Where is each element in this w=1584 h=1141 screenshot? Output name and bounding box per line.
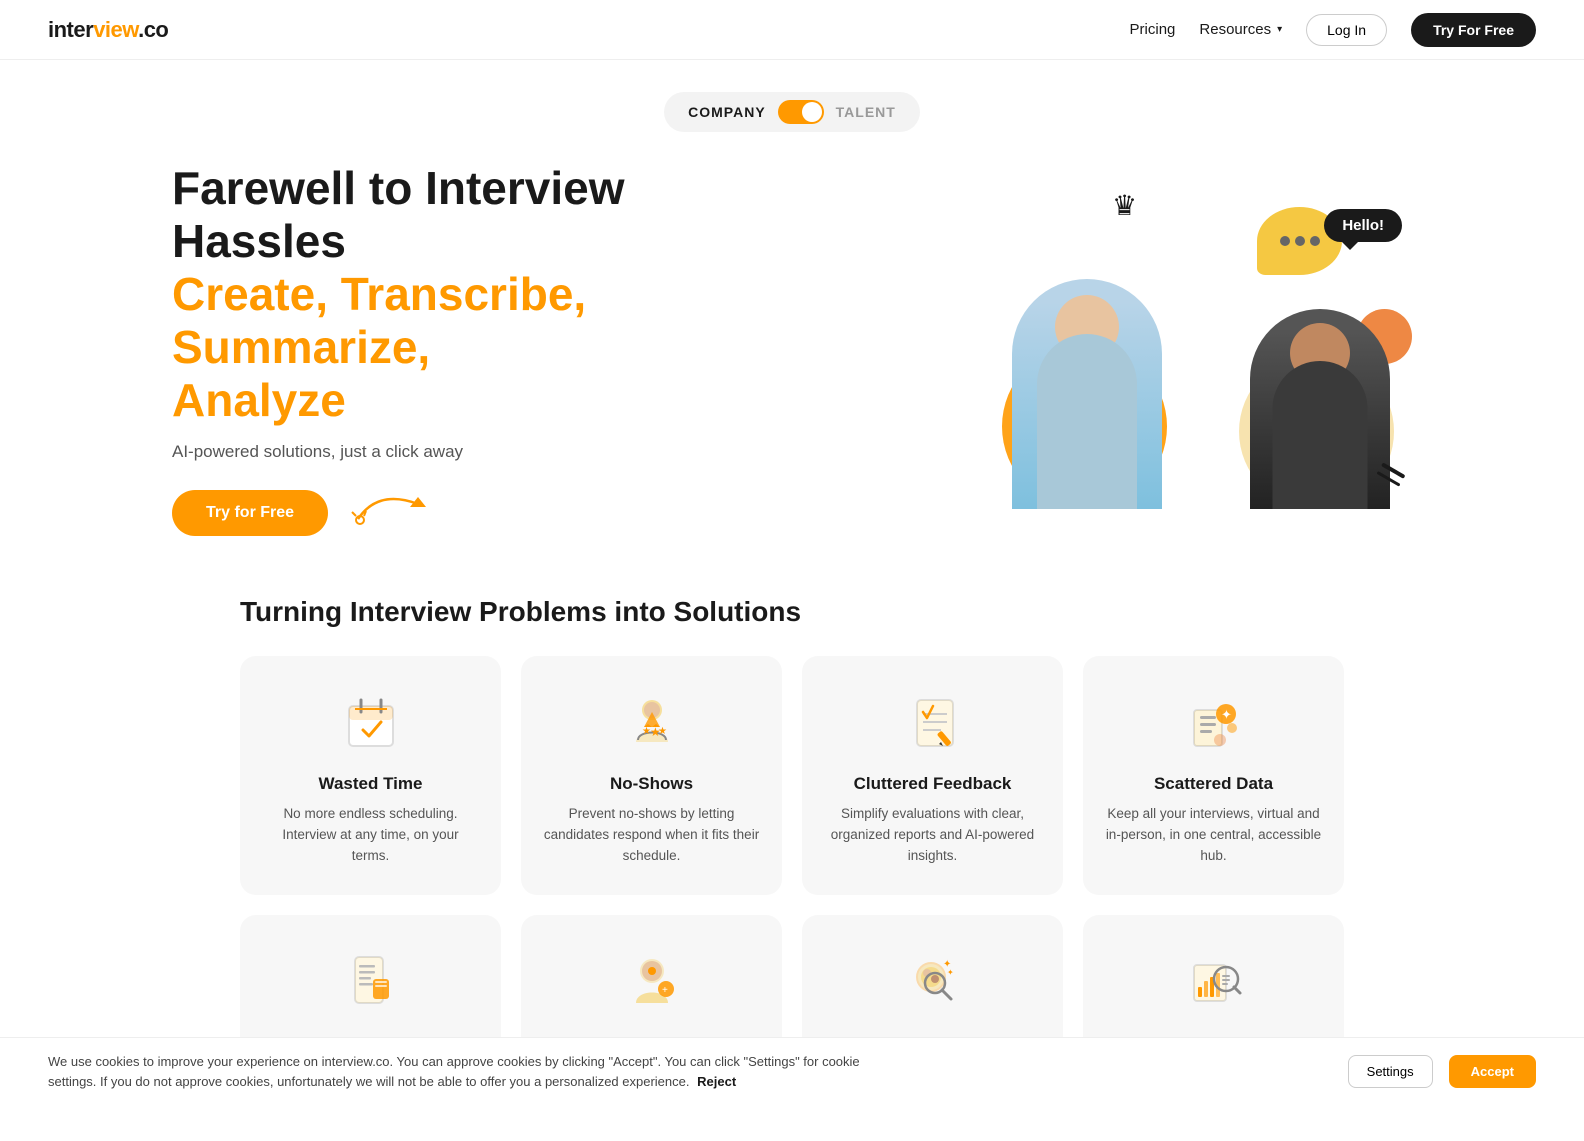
toggle-company-label: COMPANY bbox=[688, 104, 766, 120]
card-title-2: No-Shows bbox=[610, 774, 693, 794]
card-cluttered-feedback: Cluttered Feedback Simplify evaluations … bbox=[802, 656, 1063, 895]
card-scattered-data: ✦ Scattered Data Keep all your interview… bbox=[1083, 656, 1344, 895]
card-icon-8 bbox=[1180, 947, 1248, 1015]
card-title-3: Cluttered Feedback bbox=[854, 774, 1012, 794]
toggle-talent-label: TALENT bbox=[836, 104, 896, 120]
cookie-reject-link[interactable]: Reject bbox=[697, 1074, 736, 1089]
hero-cta-button[interactable]: Try for Free bbox=[172, 490, 328, 536]
card-icon-no-shows: ★ ★ ★ bbox=[618, 688, 686, 756]
nav-right: Pricing Resources ▾ Log In Try For Free bbox=[1130, 13, 1536, 47]
card-icon-cluttered-feedback bbox=[899, 688, 967, 756]
cookie-settings-button[interactable]: Settings bbox=[1348, 1055, 1433, 1088]
cookie-accept-button[interactable]: Accept bbox=[1449, 1055, 1536, 1088]
hero-left: Farewell to Interview Hassles Create, Tr… bbox=[172, 162, 732, 536]
cookie-message: We use cookies to improve your experienc… bbox=[48, 1054, 860, 1089]
solutions-title: Turning Interview Problems into Solution… bbox=[240, 556, 1344, 656]
chat-dot-3 bbox=[1310, 236, 1320, 246]
card-no-shows: ★ ★ ★ No-Shows Prevent no-shows by letti… bbox=[521, 656, 782, 895]
chat-dot-1 bbox=[1280, 236, 1290, 246]
toggle-pill[interactable]: COMPANY TALENT bbox=[664, 92, 920, 132]
chevron-down-icon: ▾ bbox=[1277, 24, 1282, 35]
toggle-switch[interactable] bbox=[778, 100, 824, 124]
cookie-text: We use cookies to improve your experienc… bbox=[48, 1052, 908, 1091]
svg-text:✦: ✦ bbox=[1221, 707, 1232, 722]
toggle-knob bbox=[802, 102, 822, 122]
card-icon-7: ✦ ✦ bbox=[899, 947, 967, 1015]
chat-dot-2 bbox=[1295, 236, 1305, 246]
nav-resources[interactable]: Resources ▾ bbox=[1199, 21, 1282, 38]
crown-icon: ♛ bbox=[1112, 189, 1137, 222]
navbar: interview.co Pricing Resources ▾ Log In … bbox=[0, 0, 1584, 60]
resources-label: Resources bbox=[1199, 21, 1271, 38]
arrow-decoration-icon bbox=[348, 479, 438, 536]
card-title-1: Wasted Time bbox=[319, 774, 423, 794]
card-desc-1: No more endless scheduling. Interview at… bbox=[262, 804, 479, 867]
solutions-section: Turning Interview Problems into Solution… bbox=[192, 556, 1392, 1061]
cookie-banner: We use cookies to improve your experienc… bbox=[0, 1037, 1584, 1105]
hello-speech-bubble: Hello! bbox=[1324, 209, 1402, 242]
cookie-actions: Settings Accept bbox=[1348, 1055, 1536, 1088]
card-desc-3: Simplify evaluations with clear, organiz… bbox=[824, 804, 1041, 867]
male-body bbox=[1273, 361, 1368, 509]
toggle-bar: COMPANY TALENT bbox=[0, 92, 1584, 132]
svg-text:+: + bbox=[662, 985, 668, 996]
female-body bbox=[1037, 334, 1137, 509]
svg-text:✦: ✦ bbox=[947, 968, 954, 977]
logo[interactable]: interview.co bbox=[48, 17, 168, 43]
hero-subtitle: AI-powered solutions, just a click away bbox=[172, 442, 732, 462]
card-desc-4: Keep all your interviews, virtual and in… bbox=[1105, 804, 1322, 867]
card-icon-6: + bbox=[618, 947, 686, 1015]
card-desc-2: Prevent no-shows by letting candidates r… bbox=[543, 804, 760, 867]
hero-headline: Farewell to Interview Hassles Create, Tr… bbox=[172, 162, 732, 426]
card-icon-scattered-data: ✦ bbox=[1180, 688, 1248, 756]
hero-headline-1: Farewell to Interview Hassles bbox=[172, 162, 732, 268]
logo-inter: inter bbox=[48, 17, 93, 42]
card-icon-wasted-time bbox=[337, 688, 405, 756]
person-male bbox=[1250, 309, 1390, 509]
try-free-button[interactable]: Try For Free bbox=[1411, 13, 1536, 47]
hero-section: Farewell to Interview Hassles Create, Tr… bbox=[92, 132, 1492, 556]
hero-headline-2: Create, Transcribe, Summarize, bbox=[172, 268, 732, 374]
logo-co: .co bbox=[138, 17, 168, 42]
card-wasted-time: Wasted Time No more endless scheduling. … bbox=[240, 656, 501, 895]
person-female bbox=[1012, 279, 1162, 509]
logo-view: view bbox=[93, 17, 138, 42]
hero-illustration: ♛ Hello! bbox=[992, 189, 1412, 509]
cards-grid-1: Wasted Time No more endless scheduling. … bbox=[240, 656, 1344, 895]
svg-text:★: ★ bbox=[658, 726, 667, 737]
login-button[interactable]: Log In bbox=[1306, 14, 1387, 46]
card-title-4: Scattered Data bbox=[1154, 774, 1273, 794]
card-icon-5 bbox=[337, 947, 405, 1015]
hero-headline-3: Analyze bbox=[172, 374, 732, 427]
nav-pricing[interactable]: Pricing bbox=[1130, 21, 1176, 38]
